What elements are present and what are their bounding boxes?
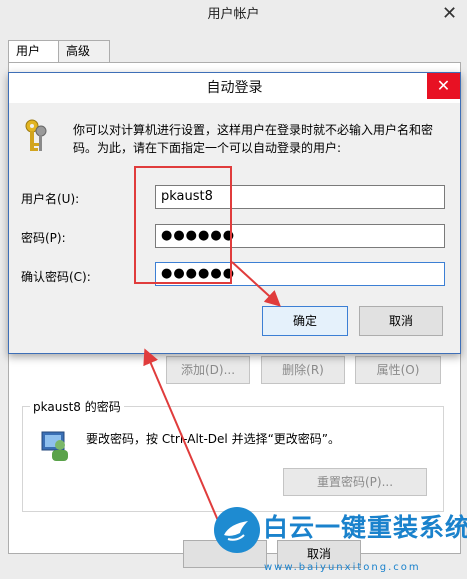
watermark-logo-icon (214, 507, 260, 553)
watermark-url: www.baiyunxitong.com (264, 562, 421, 573)
arrow-to-ok-button (231, 261, 281, 307)
annotation-arrows (143, 261, 281, 531)
arrow-from-cancel (143, 348, 223, 531)
watermark-text: 白云一键重装系统 (263, 513, 467, 542)
